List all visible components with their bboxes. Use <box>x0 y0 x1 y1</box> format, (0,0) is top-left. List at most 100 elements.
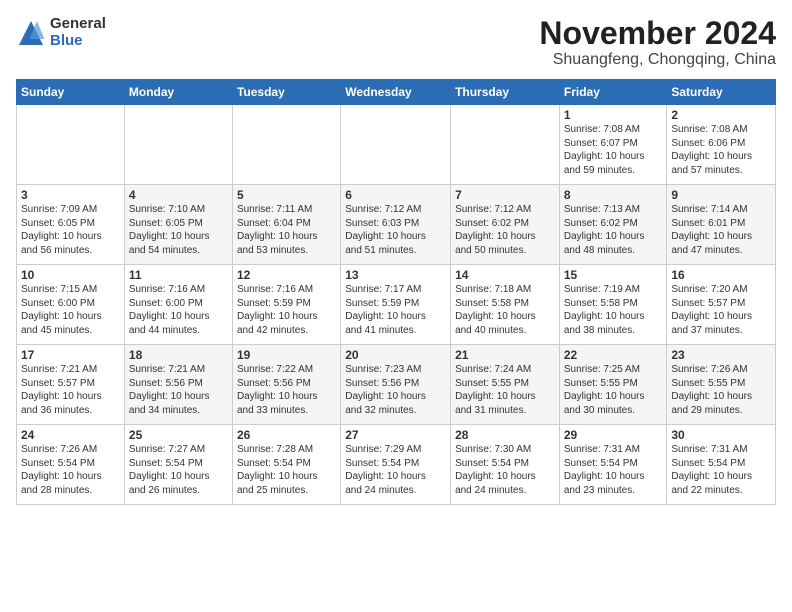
day-number: 4 <box>129 188 228 202</box>
calendar-cell: 25Sunrise: 7:27 AM Sunset: 5:54 PM Dayli… <box>124 425 232 505</box>
calendar-cell <box>232 105 340 185</box>
col-sunday: Sunday <box>17 80 125 105</box>
day-info: Sunrise: 7:26 AM Sunset: 5:55 PM Dayligh… <box>671 363 771 417</box>
day-info: Sunrise: 7:14 AM Sunset: 6:01 PM Dayligh… <box>671 203 771 257</box>
calendar-cell: 10Sunrise: 7:15 AM Sunset: 6:00 PM Dayli… <box>17 265 125 345</box>
header: General Blue November 2024 Shuangfeng, C… <box>16 16 776 69</box>
week-row-1: 1Sunrise: 7:08 AM Sunset: 6:07 PM Daylig… <box>17 105 776 185</box>
col-monday: Monday <box>124 80 232 105</box>
day-number: 15 <box>564 268 663 282</box>
day-info: Sunrise: 7:31 AM Sunset: 5:54 PM Dayligh… <box>564 443 663 497</box>
day-number: 28 <box>455 428 555 442</box>
day-number: 12 <box>237 268 336 282</box>
col-saturday: Saturday <box>667 80 776 105</box>
calendar-header: Sunday Monday Tuesday Wednesday Thursday… <box>17 80 776 105</box>
location-subtitle: Shuangfeng, Chongqing, China <box>539 51 776 69</box>
day-number: 17 <box>21 348 120 362</box>
day-info: Sunrise: 7:24 AM Sunset: 5:55 PM Dayligh… <box>455 363 555 417</box>
calendar-body: 1Sunrise: 7:08 AM Sunset: 6:07 PM Daylig… <box>17 105 776 505</box>
day-info: Sunrise: 7:27 AM Sunset: 5:54 PM Dayligh… <box>129 443 228 497</box>
logo-text: General Blue <box>50 16 106 49</box>
day-number: 29 <box>564 428 663 442</box>
col-tuesday: Tuesday <box>232 80 340 105</box>
day-number: 5 <box>237 188 336 202</box>
calendar-cell: 12Sunrise: 7:16 AM Sunset: 5:59 PM Dayli… <box>232 265 340 345</box>
calendar-cell: 24Sunrise: 7:26 AM Sunset: 5:54 PM Dayli… <box>17 425 125 505</box>
day-info: Sunrise: 7:16 AM Sunset: 6:00 PM Dayligh… <box>129 283 228 337</box>
day-info: Sunrise: 7:26 AM Sunset: 5:54 PM Dayligh… <box>21 443 120 497</box>
calendar-cell: 20Sunrise: 7:23 AM Sunset: 5:56 PM Dayli… <box>341 345 451 425</box>
calendar-cell: 19Sunrise: 7:22 AM Sunset: 5:56 PM Dayli… <box>232 345 340 425</box>
day-info: Sunrise: 7:29 AM Sunset: 5:54 PM Dayligh… <box>345 443 446 497</box>
day-number: 30 <box>671 428 771 442</box>
day-number: 22 <box>564 348 663 362</box>
day-info: Sunrise: 7:15 AM Sunset: 6:00 PM Dayligh… <box>21 283 120 337</box>
day-number: 23 <box>671 348 771 362</box>
day-number: 10 <box>21 268 120 282</box>
calendar-cell: 5Sunrise: 7:11 AM Sunset: 6:04 PM Daylig… <box>232 185 340 265</box>
calendar-cell: 8Sunrise: 7:13 AM Sunset: 6:02 PM Daylig… <box>559 185 667 265</box>
calendar-cell: 15Sunrise: 7:19 AM Sunset: 5:58 PM Dayli… <box>559 265 667 345</box>
calendar-cell: 22Sunrise: 7:25 AM Sunset: 5:55 PM Dayli… <box>559 345 667 425</box>
week-row-2: 3Sunrise: 7:09 AM Sunset: 6:05 PM Daylig… <box>17 185 776 265</box>
day-info: Sunrise: 7:21 AM Sunset: 5:56 PM Dayligh… <box>129 363 228 417</box>
calendar-cell: 29Sunrise: 7:31 AM Sunset: 5:54 PM Dayli… <box>559 425 667 505</box>
calendar-cell: 14Sunrise: 7:18 AM Sunset: 5:58 PM Dayli… <box>451 265 560 345</box>
calendar-cell: 3Sunrise: 7:09 AM Sunset: 6:05 PM Daylig… <box>17 185 125 265</box>
day-info: Sunrise: 7:08 AM Sunset: 6:06 PM Dayligh… <box>671 123 771 177</box>
day-number: 6 <box>345 188 446 202</box>
day-number: 8 <box>564 188 663 202</box>
calendar-cell: 1Sunrise: 7:08 AM Sunset: 6:07 PM Daylig… <box>559 105 667 185</box>
calendar-cell: 13Sunrise: 7:17 AM Sunset: 5:59 PM Dayli… <box>341 265 451 345</box>
week-row-5: 24Sunrise: 7:26 AM Sunset: 5:54 PM Dayli… <box>17 425 776 505</box>
day-info: Sunrise: 7:18 AM Sunset: 5:58 PM Dayligh… <box>455 283 555 337</box>
logo: General Blue <box>16 16 106 49</box>
calendar-cell <box>17 105 125 185</box>
day-info: Sunrise: 7:17 AM Sunset: 5:59 PM Dayligh… <box>345 283 446 337</box>
logo-blue: Blue <box>50 33 106 50</box>
col-thursday: Thursday <box>451 80 560 105</box>
day-number: 9 <box>671 188 771 202</box>
day-info: Sunrise: 7:20 AM Sunset: 5:57 PM Dayligh… <box>671 283 771 337</box>
calendar-cell: 11Sunrise: 7:16 AM Sunset: 6:00 PM Dayli… <box>124 265 232 345</box>
calendar-cell: 30Sunrise: 7:31 AM Sunset: 5:54 PM Dayli… <box>667 425 776 505</box>
day-info: Sunrise: 7:10 AM Sunset: 6:05 PM Dayligh… <box>129 203 228 257</box>
day-info: Sunrise: 7:08 AM Sunset: 6:07 PM Dayligh… <box>564 123 663 177</box>
day-info: Sunrise: 7:19 AM Sunset: 5:58 PM Dayligh… <box>564 283 663 337</box>
col-friday: Friday <box>559 80 667 105</box>
calendar-cell: 21Sunrise: 7:24 AM Sunset: 5:55 PM Dayli… <box>451 345 560 425</box>
day-info: Sunrise: 7:28 AM Sunset: 5:54 PM Dayligh… <box>237 443 336 497</box>
day-number: 16 <box>671 268 771 282</box>
calendar-cell: 9Sunrise: 7:14 AM Sunset: 6:01 PM Daylig… <box>667 185 776 265</box>
day-number: 20 <box>345 348 446 362</box>
day-number: 27 <box>345 428 446 442</box>
calendar-cell: 2Sunrise: 7:08 AM Sunset: 6:06 PM Daylig… <box>667 105 776 185</box>
day-number: 24 <box>21 428 120 442</box>
calendar-cell: 27Sunrise: 7:29 AM Sunset: 5:54 PM Dayli… <box>341 425 451 505</box>
day-number: 14 <box>455 268 555 282</box>
day-info: Sunrise: 7:22 AM Sunset: 5:56 PM Dayligh… <box>237 363 336 417</box>
day-number: 25 <box>129 428 228 442</box>
calendar-cell: 23Sunrise: 7:26 AM Sunset: 5:55 PM Dayli… <box>667 345 776 425</box>
day-number: 7 <box>455 188 555 202</box>
calendar-table: Sunday Monday Tuesday Wednesday Thursday… <box>16 79 776 505</box>
day-number: 2 <box>671 108 771 122</box>
day-info: Sunrise: 7:13 AM Sunset: 6:02 PM Dayligh… <box>564 203 663 257</box>
calendar-cell <box>451 105 560 185</box>
day-info: Sunrise: 7:21 AM Sunset: 5:57 PM Dayligh… <box>21 363 120 417</box>
day-number: 13 <box>345 268 446 282</box>
day-info: Sunrise: 7:09 AM Sunset: 6:05 PM Dayligh… <box>21 203 120 257</box>
month-title: November 2024 <box>539 16 776 51</box>
calendar-cell: 6Sunrise: 7:12 AM Sunset: 6:03 PM Daylig… <box>341 185 451 265</box>
calendar-cell: 7Sunrise: 7:12 AM Sunset: 6:02 PM Daylig… <box>451 185 560 265</box>
title-block: November 2024 Shuangfeng, Chongqing, Chi… <box>539 16 776 69</box>
calendar-cell: 26Sunrise: 7:28 AM Sunset: 5:54 PM Dayli… <box>232 425 340 505</box>
calendar-cell: 16Sunrise: 7:20 AM Sunset: 5:57 PM Dayli… <box>667 265 776 345</box>
day-number: 19 <box>237 348 336 362</box>
calendar-cell <box>124 105 232 185</box>
week-row-3: 10Sunrise: 7:15 AM Sunset: 6:00 PM Dayli… <box>17 265 776 345</box>
day-number: 18 <box>129 348 228 362</box>
calendar-cell: 18Sunrise: 7:21 AM Sunset: 5:56 PM Dayli… <box>124 345 232 425</box>
calendar-cell: 17Sunrise: 7:21 AM Sunset: 5:57 PM Dayli… <box>17 345 125 425</box>
day-info: Sunrise: 7:23 AM Sunset: 5:56 PM Dayligh… <box>345 363 446 417</box>
